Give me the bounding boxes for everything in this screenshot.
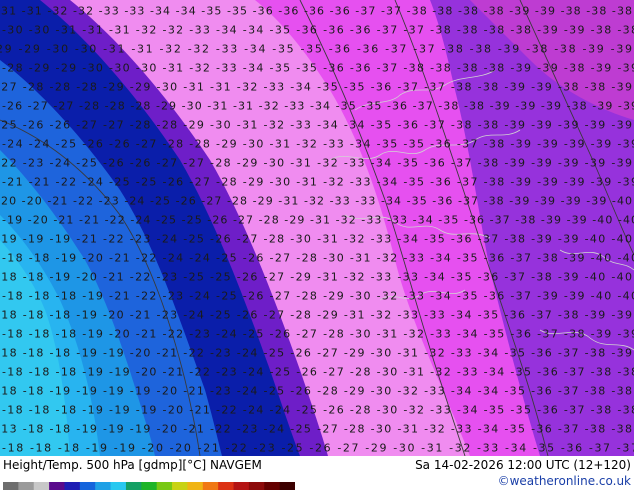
colorbar-swatch [141,482,158,490]
map-title: Height/Temp. 500 hPa [gdmp][°C] NAVGEM [3,458,262,472]
colorbar-swatch [264,482,281,490]
colorbar-swatch [187,482,204,490]
temperature-label-row: -21 -21 -22 -24 -25 -25 -26 -27 -28 -29 … [2,175,634,188]
temperature-label-row: -18 -18 -18 -19 -20 -21 -22 -23 -24 -25 … [2,327,634,340]
colorbar-swatch [3,482,19,490]
temperature-map: -31 -31 -32 -32 -33 -33 -34 -34 -35 -35 … [0,0,634,456]
temperature-label-row: -24 -24 -25 -26 -26 -27 -28 -28 -29 -30 … [2,137,634,150]
colorbar-swatch [110,482,127,490]
temperature-label-row: -30 -30 -31 -31 -31 -32 -32 -33 -34 -34 … [2,23,634,36]
colorbar-swatch [49,482,65,490]
temperature-label-row: -31 -31 -32 -32 -33 -33 -34 -34 -35 -35 … [0,4,632,17]
colorbar-swatch [18,482,35,490]
credit-link[interactable]: ©weatheronline.co.uk [498,474,631,488]
valid-time: Sa 14-02-2026 12:00 UTC (12+120) [415,458,631,472]
colorbar-swatch [79,482,96,490]
colorbar-swatch [233,482,250,490]
map-canvas: -31 -31 -32 -32 -33 -33 -34 -34 -35 -35 … [0,0,634,456]
colorbar [3,482,295,490]
temperature-label-row: -18 -18 -18 -19 -19 -19 -20 -21 -22 -24 … [2,403,634,416]
colorbar-swatch [33,482,50,490]
temperature-label-row: -20 -20 -21 -22 -23 -24 -25 -26 -27 -28 … [0,194,632,207]
colorbar-swatch [95,482,112,490]
temperature-label-row: -26 -27 -27 -28 -28 -28 -29 -30 -31 -31 … [2,99,634,112]
temperature-label-row: -28 -29 -29 -30 -30 -30 -31 -32 -33 -34 … [2,61,634,74]
colorbar-swatch [64,482,81,490]
temperature-label-row: -18 -18 -18 -19 -19 -20 -20 -21 -22 -23 … [2,441,634,454]
temperature-label-row: -18 -18 -18 -19 -21 -22 -23 -24 -25 -26 … [2,289,634,302]
colorbar-swatch [248,482,265,490]
colorbar-swatch [218,482,235,490]
colorbar-swatch [279,482,295,490]
colorbar-swatch [172,482,188,490]
temperature-label-row: -19 -20 -21 -21 -22 -24 -25 -25 -26 -27 … [2,213,634,226]
temperature-label-row: 29 -29 -30 -30 -31 -31 -32 -32 -33 -34 -… [0,42,632,55]
temperature-label-row: -18 -18 -19 -20 -21 -22 -24 -24 -25 -26 … [2,251,634,264]
colorbar-swatch [202,482,219,490]
temperature-label-row: -18 -18 -18 -19 -19 -20 -21 -22 -23 -24 … [2,365,634,378]
colorbar-swatch [156,482,173,490]
colorbar-swatch [125,482,142,490]
